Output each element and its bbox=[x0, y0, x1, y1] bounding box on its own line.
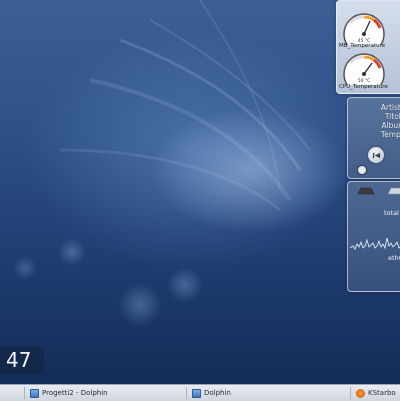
cpu-temperature-label: CPU_Temperature bbox=[339, 84, 388, 90]
sensor-widget: 45 °C MB_Temperature 50 °C CPU_Temperatu… bbox=[336, 0, 400, 94]
network-total-label: total bbox=[384, 209, 399, 217]
taskbar-separator bbox=[24, 387, 25, 399]
previous-track-icon bbox=[372, 151, 381, 160]
taskbar-item-kstarbo[interactable]: KStarbo bbox=[356, 387, 400, 399]
taskbar-item-label: Dolphin bbox=[204, 389, 231, 397]
media-artist-label: Artista: bbox=[381, 103, 400, 112]
cpu-temperature-gauge: 50 °C bbox=[341, 51, 387, 85]
mb-temperature-label: MB_Temperature bbox=[339, 43, 385, 49]
media-album-label: Album: bbox=[381, 121, 400, 130]
media-time-label: Tempo: bbox=[381, 130, 400, 139]
mb-temperature-gauge: 45 °C bbox=[341, 11, 387, 45]
media-title-label: Titolo: bbox=[385, 112, 400, 121]
seek-slider-handle[interactable] bbox=[358, 166, 366, 174]
folder-icon bbox=[30, 389, 39, 398]
taskbar-separator bbox=[350, 387, 351, 399]
taskbar: Progetti2 - Dolphin Dolphin KStarbo bbox=[0, 384, 400, 401]
folder-icon bbox=[192, 389, 201, 398]
media-player-widget: Artista: Titolo: Album: Tempo: bbox=[347, 97, 400, 179]
taskbar-item-label: Progetti2 - Dolphin bbox=[42, 389, 108, 397]
network-card-icon bbox=[356, 186, 376, 196]
kstars-icon bbox=[356, 389, 365, 398]
desktop-clock: 47 bbox=[0, 346, 44, 374]
taskbar-item-label: KStarbo bbox=[368, 389, 396, 397]
taskbar-item-dolphin[interactable]: Dolphin bbox=[192, 387, 342, 399]
network-monitor-widget: total eth0 bbox=[347, 181, 400, 292]
network-traffic-graph bbox=[350, 234, 400, 256]
taskbar-item-progetti2-dolphin[interactable]: Progetti2 - Dolphin bbox=[30, 387, 180, 399]
network-device-icon bbox=[386, 186, 400, 196]
network-interface-label: eth0 bbox=[388, 254, 400, 262]
previous-track-button[interactable] bbox=[368, 147, 384, 163]
taskbar-separator bbox=[186, 387, 187, 399]
